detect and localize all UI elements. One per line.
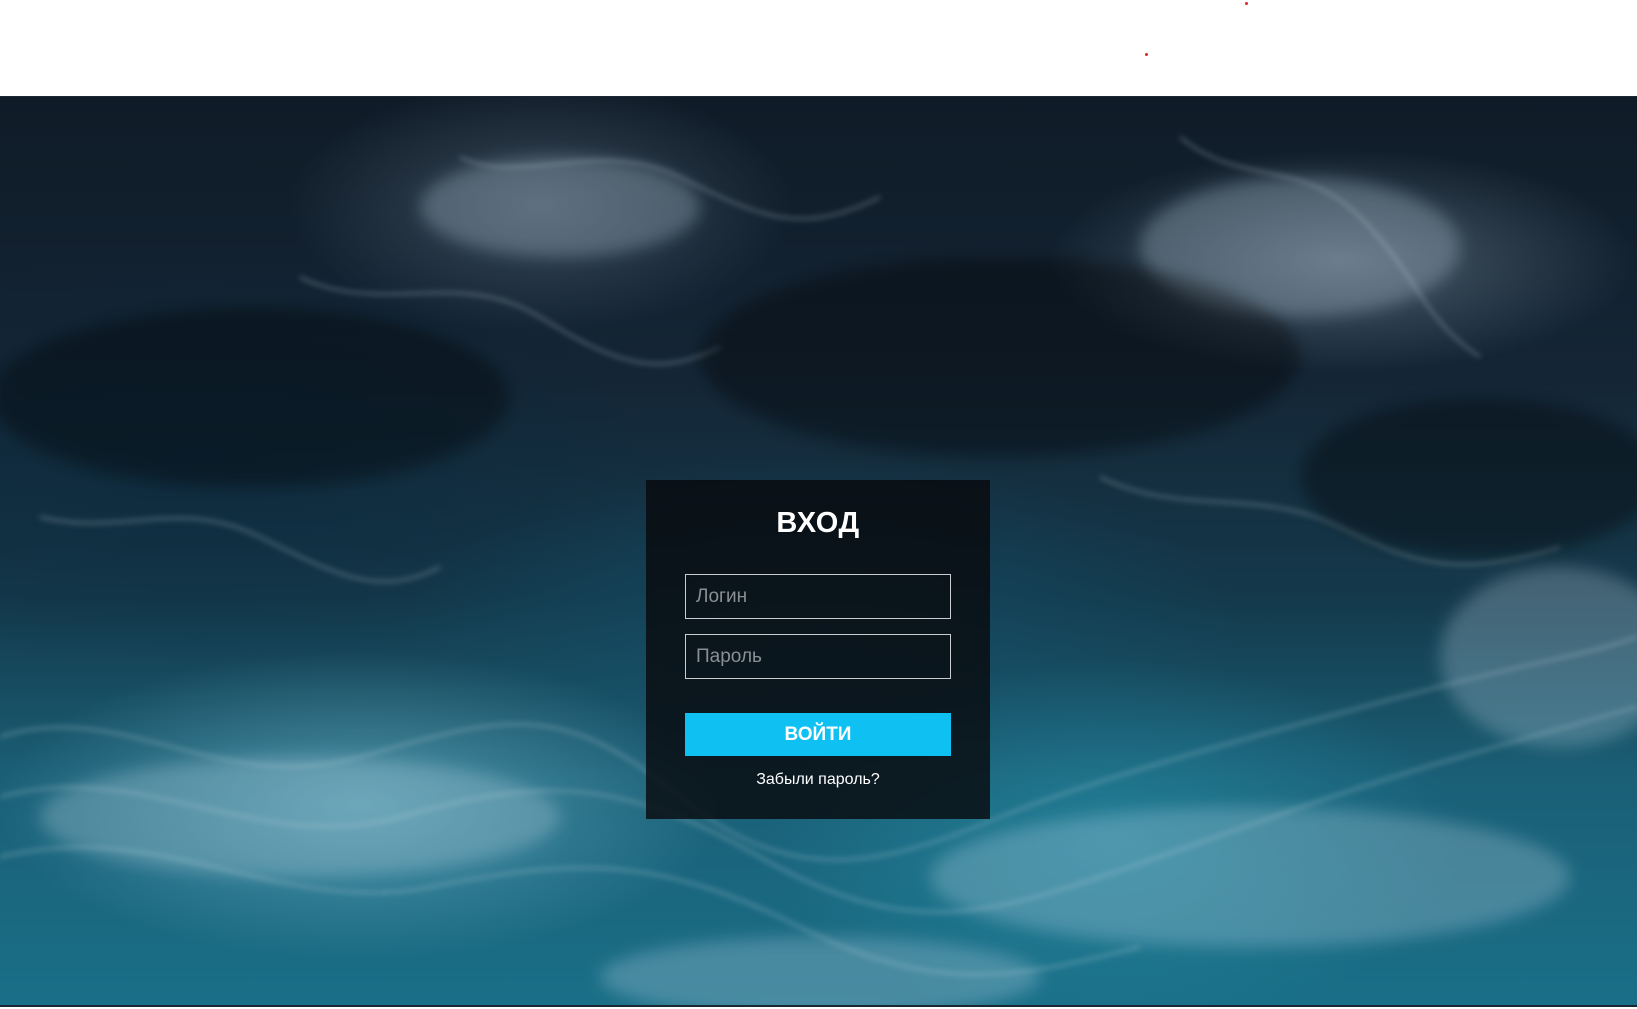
login-panel: ВХОД ВОЙТИ Забыли пароль?: [646, 480, 990, 819]
top-bar: [0, 0, 1637, 96]
red-dot-marker: [1245, 2, 1248, 5]
login-submit-button[interactable]: ВОЙТИ: [685, 713, 951, 756]
ocean-background: ВХОД ВОЙТИ Забыли пароль?: [0, 96, 1637, 1007]
password-input[interactable]: [685, 634, 951, 679]
forgot-password-link[interactable]: Забыли пароль?: [646, 771, 990, 789]
red-dot-marker: [1145, 53, 1148, 56]
username-input[interactable]: [685, 574, 951, 619]
login-title: ВХОД: [776, 507, 860, 539]
